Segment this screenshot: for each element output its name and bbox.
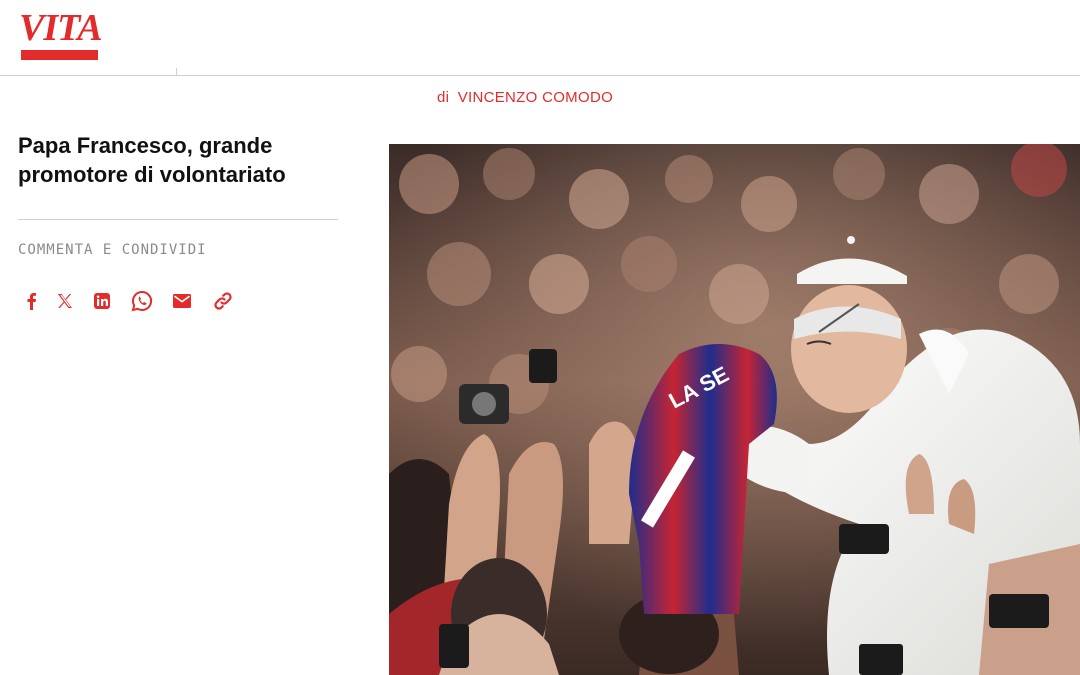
share-facebook-button[interactable] (18, 288, 44, 314)
article-title: Papa Francesco, grande promotore di volo… (18, 133, 286, 187)
site-logo[interactable]: VITA (19, 7, 103, 60)
title-divider (18, 219, 338, 220)
share-x-button[interactable] (52, 288, 78, 314)
share-mail-button[interactable] (169, 288, 195, 314)
link-icon (214, 292, 232, 310)
site-header: VITA (0, 0, 1080, 76)
mail-icon (173, 294, 191, 308)
x-icon (58, 294, 72, 308)
share-copy-link-button[interactable] (210, 288, 236, 314)
linkedin-icon (94, 293, 110, 309)
author-prefix: di (436, 89, 450, 106)
logo-underline (21, 50, 98, 60)
article-hero-image: LA SE (389, 144, 1080, 675)
logo-text: VITA (19, 7, 103, 49)
share-label: COMMENTA E CONDIVIDI (18, 242, 207, 258)
author-link[interactable]: VINCENZO COMODO (458, 89, 613, 106)
article-author: di VINCENZO COMODO (0, 89, 1050, 106)
header-divider-tick (176, 68, 177, 76)
share-whatsapp-button[interactable] (129, 288, 155, 314)
pope-crowd-photo: LA SE (389, 144, 1080, 675)
share-linkedin-button[interactable] (89, 288, 115, 314)
whatsapp-icon (131, 290, 153, 312)
facebook-icon (27, 293, 36, 310)
